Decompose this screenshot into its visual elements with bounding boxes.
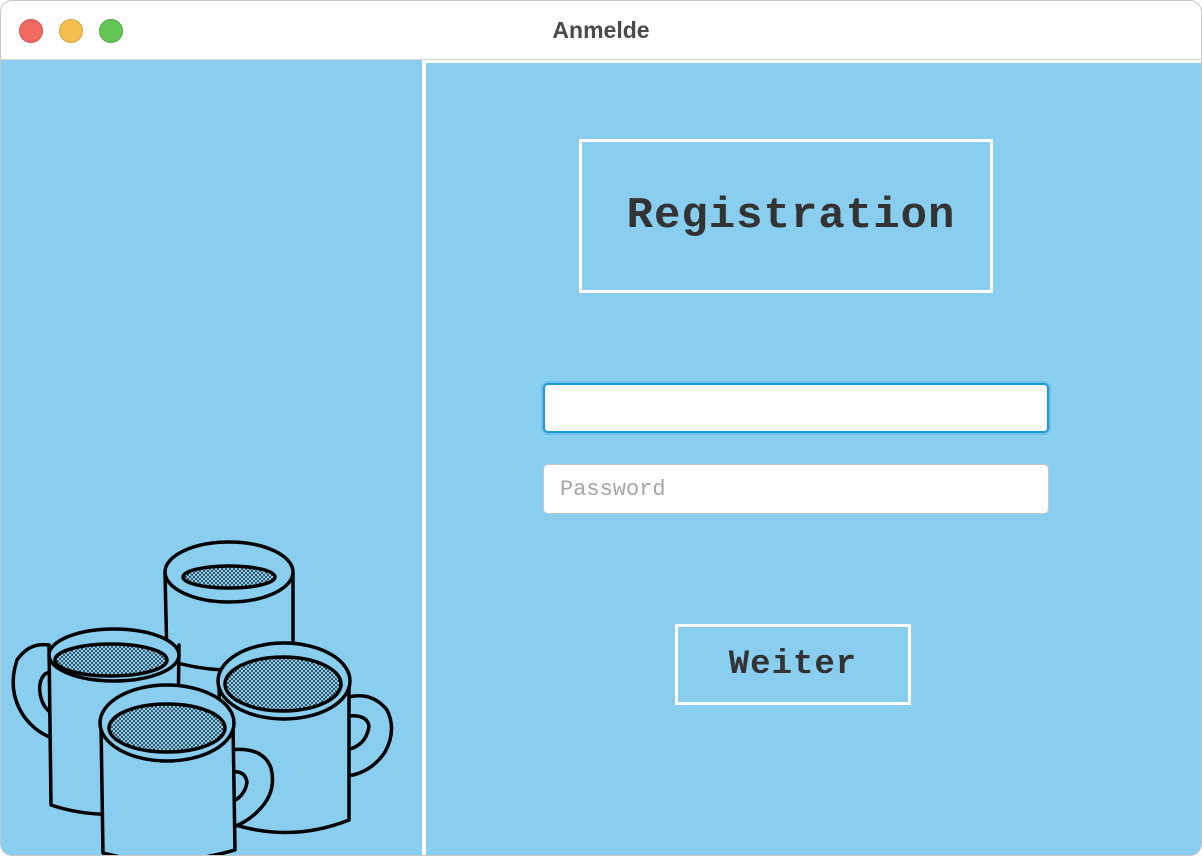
registration-pane: Registration Weiter <box>426 60 1201 855</box>
coffee-mugs-icon <box>11 540 394 855</box>
heading-box: Registration <box>579 139 993 293</box>
app-window: Anmelde Registration Weiter <box>0 0 1202 856</box>
title-bar: Anmelde <box>1 1 1201 60</box>
weiter-button[interactable]: Weiter <box>675 624 911 705</box>
illustration-pane <box>1 60 422 855</box>
username-input[interactable] <box>543 383 1049 433</box>
password-input[interactable] <box>543 464 1049 514</box>
page-title: Registration <box>626 191 956 241</box>
window-title: Anmelde <box>552 17 650 43</box>
